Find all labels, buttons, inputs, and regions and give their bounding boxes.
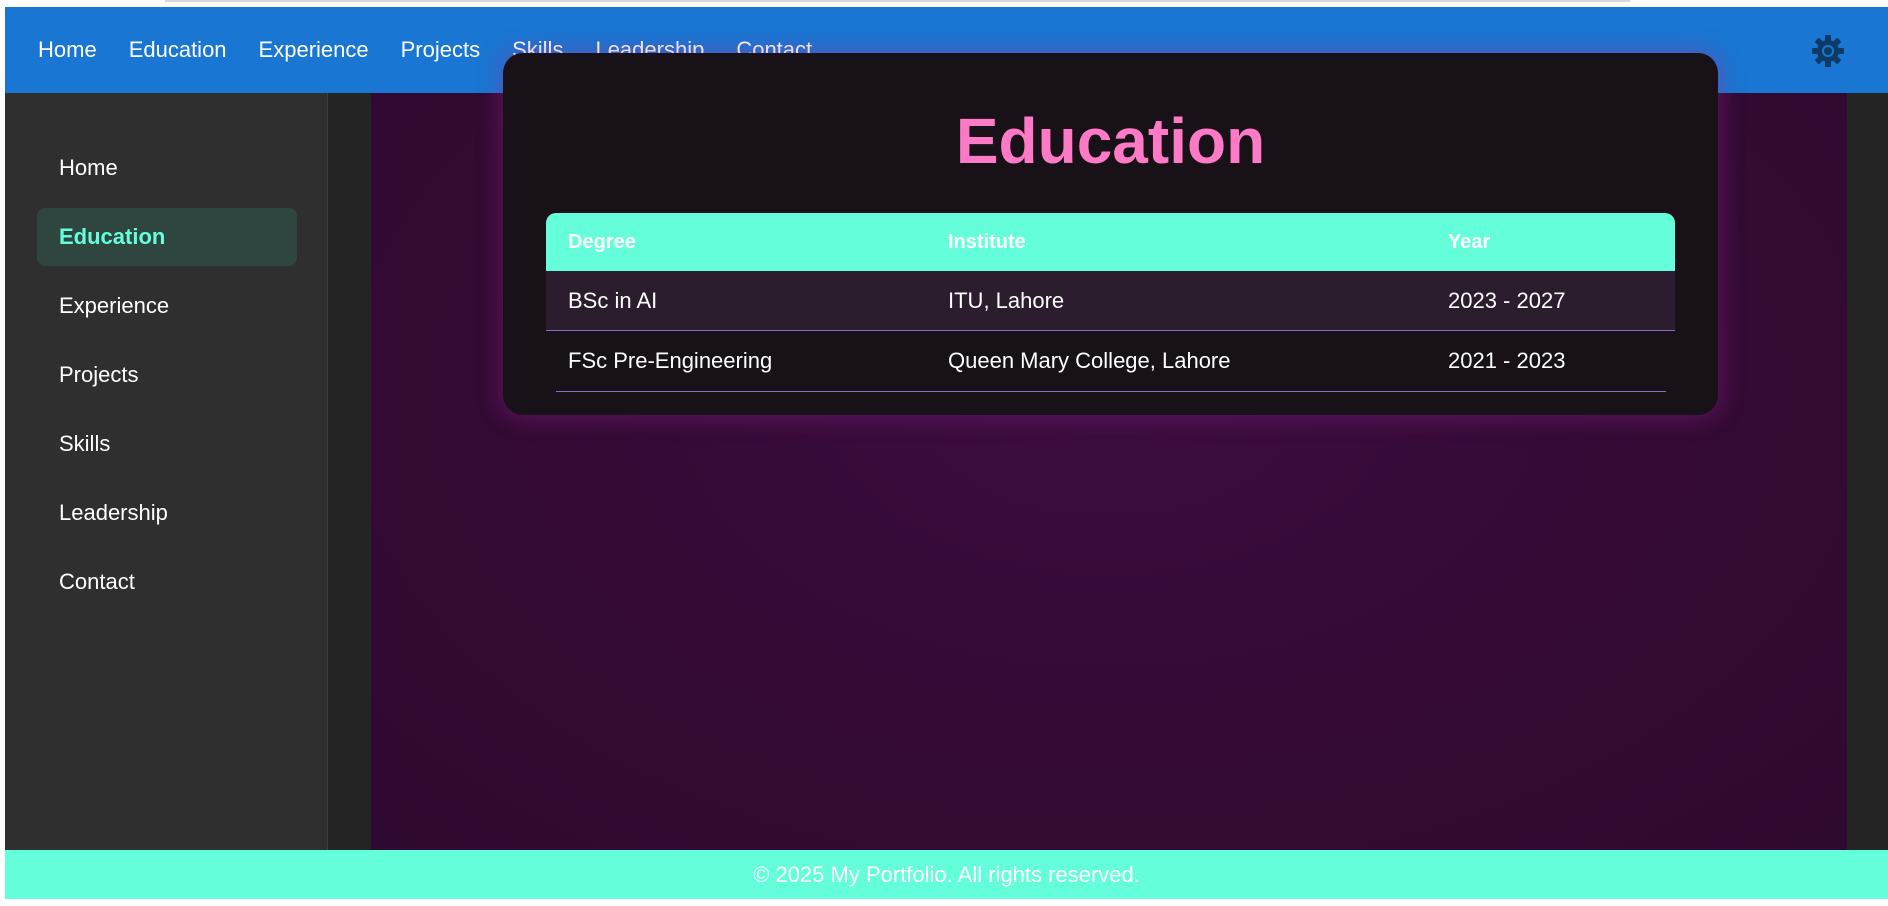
sidebar-item-contact[interactable]: Contact	[37, 553, 297, 611]
sidebar-item-education[interactable]: Education	[37, 208, 297, 266]
cell-year: 2023 - 2027	[1448, 287, 1566, 313]
sidebar: Home Education Experience Projects Skill…	[5, 93, 328, 857]
portfolio-page: Home Education Experience Projects Skill…	[5, 7, 1888, 899]
theme-toggle-button[interactable]	[1811, 34, 1845, 68]
cell-institute: Queen Mary College, Lahore	[948, 348, 1231, 373]
cell-degree: FSc Pre-Engineering	[568, 348, 773, 373]
sun-gear-icon	[1812, 35, 1844, 67]
footer-text: © 2025 My Portfolio. All rights reserved…	[753, 861, 1140, 887]
cell-year: 2021 - 2023	[1448, 348, 1566, 373]
table-header: Degree Institute Year	[546, 213, 1675, 271]
education-table: Degree Institute Year BSc in AI ITU, Lah…	[546, 213, 1675, 392]
cell-institute: ITU, Lahore	[948, 287, 1065, 313]
education-card: Education Degree Institute Year BSc in A…	[503, 53, 1718, 415]
table-row: FSc Pre-Engineering Queen Mary College, …	[546, 331, 1675, 391]
column-header-institute: Institute	[948, 230, 1026, 253]
main-content: Education Degree Institute Year BSc in A…	[371, 53, 1847, 857]
sidebar-item-leadership[interactable]: Leadership	[37, 484, 297, 542]
table-row: BSc in AI ITU, Lahore 2023 - 2027	[546, 271, 1675, 331]
column-header-degree: Degree	[568, 230, 636, 253]
nav-link-education[interactable]: Education	[129, 37, 227, 63]
nav-link-experience[interactable]: Experience	[259, 37, 369, 63]
nav-link-projects[interactable]: Projects	[401, 37, 480, 63]
footer: © 2025 My Portfolio. All rights reserved…	[5, 850, 1888, 899]
sidebar-item-projects[interactable]: Projects	[37, 346, 297, 404]
nav-link-home[interactable]: Home	[38, 37, 97, 63]
section-title: Education	[955, 105, 1266, 177]
browser-top-edge	[165, 0, 1630, 2]
sidebar-item-home[interactable]: Home	[37, 139, 297, 197]
sidebar-item-skills[interactable]: Skills	[37, 415, 297, 473]
sidebar-item-experience[interactable]: Experience	[37, 277, 297, 335]
cell-degree: BSc in AI	[568, 287, 658, 313]
column-header-year: Year	[1448, 230, 1491, 253]
row-divider	[556, 391, 1666, 392]
